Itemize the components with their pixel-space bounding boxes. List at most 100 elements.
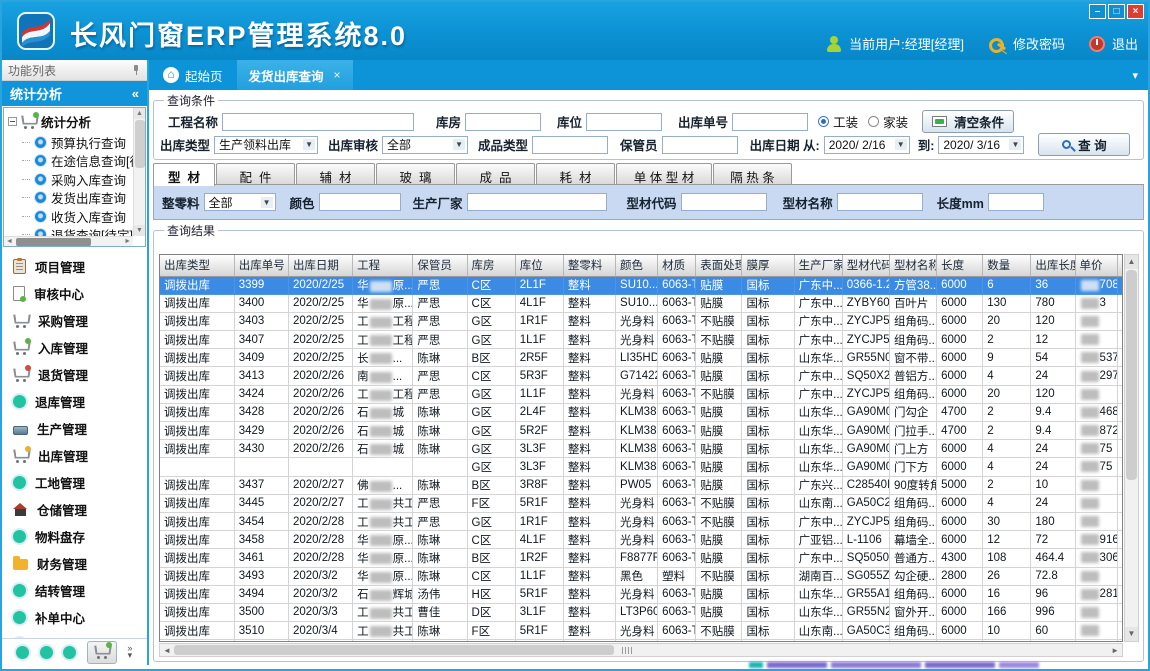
table-row-3[interactable]: 调拨出库34072020/2/25工工程严思G区1L1F整料光身料6063-T5… (160, 331, 1123, 349)
table-row-7[interactable]: 调拨出库34282020/2/26石城陈琳G区2L4F整料KLM38176063… (160, 403, 1123, 421)
toolbar-dot-icon[interactable] (63, 646, 76, 659)
sidebar-module-0[interactable]: 项目管理 (2, 253, 147, 280)
col-header-16[interactable]: 数量 (983, 255, 1031, 276)
audit-select[interactable]: 全部 ▼ (382, 136, 468, 154)
logout-button[interactable]: 退出 (1112, 34, 1138, 53)
col-header-8[interactable]: 颜色 (616, 255, 658, 276)
sidebar-module-3[interactable]: 入库管理 (2, 334, 147, 361)
table-vertical-scrollbar[interactable]: ▲ ▼ (1124, 254, 1139, 642)
tab-shipping-out-query[interactable]: 发货出库查询 × (237, 60, 353, 90)
sidebar-module-7[interactable]: 出库管理 (2, 442, 147, 469)
col-header-10[interactable]: 表面处理 (696, 255, 742, 276)
table-row-4[interactable]: 调拨出库34092020/2/25长...陈琳B区2R5F整料LI35HD606… (160, 349, 1123, 367)
clear-conditions-button[interactable]: 清空条件 (922, 110, 1014, 133)
pin-icon[interactable] (131, 65, 141, 75)
material-tab-5[interactable]: 耗 材 (536, 163, 615, 184)
profile-code-input[interactable] (681, 193, 767, 211)
tree-item-3[interactable]: 发货出库查询 (8, 189, 143, 208)
more-buttons[interactable]: » ▾ (127, 645, 132, 659)
table-row-15[interactable]: 调拨出库34612020/2/28华原...陈琳B区1R2F整料F8877FT6… (160, 549, 1123, 567)
section-header[interactable]: 统计分析 « (2, 81, 147, 106)
whole-part-select[interactable]: 全部 ▼ (204, 193, 276, 211)
col-header-5[interactable]: 库房 (467, 255, 515, 276)
sidebar-module-6[interactable]: 生产管理 (2, 415, 147, 442)
location-input[interactable] (586, 113, 662, 131)
scroll-up-icon[interactable]: ▲ (1125, 255, 1138, 269)
col-header-7[interactable]: 整零料 (563, 255, 615, 276)
col-header-1[interactable]: 出库单号 (234, 255, 288, 276)
table-row-0[interactable]: 调拨出库33992020/2/25华原...严思C区2L1F整料SU10...6… (160, 276, 1123, 294)
tree-item-4[interactable]: 收货入库查询 (8, 207, 143, 226)
tab-home[interactable]: ⌂ 起始页 (149, 60, 237, 90)
tree-item-2[interactable]: 采购入库查询 (8, 170, 143, 189)
table-row-12[interactable]: 调拨出库34452020/2/27工共工程严思F区5R1F整料光身料6063-T… (160, 494, 1123, 512)
scroll-left-icon[interactable]: ◄ (6, 237, 13, 247)
col-header-3[interactable]: 工程 (353, 255, 413, 276)
material-tab-3[interactable]: 玻 璃 (376, 163, 455, 184)
tree-expander-icon[interactable] (8, 117, 17, 126)
toolbar-dot-icon[interactable] (16, 646, 29, 659)
tab-overflow-icon[interactable]: ▾ (1132, 69, 1138, 82)
keeper-input[interactable] (662, 136, 738, 154)
col-header-9[interactable]: 材质 (658, 255, 696, 276)
manufacturer-input[interactable] (467, 193, 607, 211)
scroll-down-icon[interactable]: ▼ (1125, 627, 1138, 641)
table-row-14[interactable]: 调拨出库34582020/2/28华原...陈琳C区4L1F整料光身料6063-… (160, 531, 1123, 549)
scroll-up-icon[interactable]: ▲ (134, 108, 145, 119)
material-tab-7[interactable]: 隔 热 条 (713, 163, 792, 184)
col-header-17[interactable]: 出库长度 (1031, 255, 1075, 276)
tree-vscroll-thumb[interactable] (135, 120, 145, 168)
sidebar-module-8[interactable]: 工地管理 (2, 469, 147, 496)
sidebar-module-1[interactable]: 审核中心 (2, 280, 147, 307)
table-row-10[interactable]: G区3L3F整料KLM38176063-T5贴膜国标山东华...GA90M09.… (160, 458, 1123, 476)
sidebar-module-4[interactable]: 退货管理 (2, 361, 147, 388)
date-from-picker[interactable]: 2020/ 2/16 ▼ (824, 136, 910, 154)
date-to-picker[interactable]: 2020/ 3/16 ▼ (938, 136, 1024, 154)
sidebar-module-5[interactable]: 退库管理 (2, 388, 147, 415)
table-row-8[interactable]: 调拨出库34292020/2/26石城陈琳G区5R2F整料KLM38176063… (160, 422, 1123, 440)
table-horizontal-scrollbar[interactable]: ◄ ► (159, 643, 1123, 657)
tree-horizontal-scrollbar[interactable]: ◄ ► (4, 236, 133, 246)
col-header-14[interactable]: 型材名称 (889, 255, 936, 276)
table-row-13[interactable]: 调拨出库34542020/2/28工共工程严思G区1R1F整料光身料6063-T… (160, 512, 1123, 530)
project-name-input[interactable] (222, 113, 414, 131)
col-header-2[interactable]: 出库日期 (288, 255, 352, 276)
search-button[interactable]: 查 询 (1038, 133, 1130, 156)
out-type-select[interactable]: 生产领料出库 ▼ (214, 136, 318, 154)
material-tab-0[interactable]: 型 材 (153, 163, 215, 186)
length-input[interactable] (988, 193, 1044, 211)
order-no-input[interactable] (732, 113, 808, 131)
tree-hscroll-thumb[interactable] (16, 238, 91, 246)
col-header-11[interactable]: 膜厚 (742, 255, 794, 276)
scroll-right-icon[interactable]: ► (1111, 644, 1119, 657)
scroll-left-icon[interactable]: ◄ (163, 644, 171, 657)
sidebar-module-10[interactable]: 物料盘存 (2, 523, 147, 550)
sidebar-module-14[interactable]: 报废管理 (2, 631, 147, 638)
table-row-18[interactable]: 调拨出库35002020/3/3工共工程曹佳D区3L1F整料LT3P606063… (160, 603, 1123, 621)
table-row-1[interactable]: 调拨出库34002020/2/25华原...严思C区4L1F整料SU10...6… (160, 294, 1123, 312)
material-tab-4[interactable]: 成 品 (456, 163, 535, 184)
product-type-input[interactable] (532, 136, 608, 154)
col-header-19[interactable]: 金额 (1117, 255, 1123, 276)
tab-close-icon[interactable]: × (334, 68, 341, 82)
sidebar-module-2[interactable]: 采购管理 (2, 307, 147, 334)
table-row-19[interactable]: 调拨出库35102020/3/4工共工程陈琳F区5R1F整料光身料6063-T5… (160, 622, 1123, 640)
col-header-4[interactable]: 保管员 (413, 255, 467, 276)
material-tab-6[interactable]: 单 体 型 材 (616, 163, 712, 184)
table-row-5[interactable]: 调拨出库34132020/2/26南...严思C区5R3F整料G71422606… (160, 367, 1123, 385)
table-row-11[interactable]: 调拨出库34372020/2/27佛...陈琳B区3R8F整料PW056063-… (160, 476, 1123, 494)
scroll-right-icon[interactable]: ► (124, 237, 131, 247)
table-row-9[interactable]: 调拨出库34302020/2/26石城陈琳G区3L3F整料KLM38176063… (160, 440, 1123, 458)
tree-item-0[interactable]: 预算执行查询 (8, 133, 143, 152)
collapse-icon[interactable]: « (132, 86, 139, 101)
toolbar-cart-button[interactable] (87, 641, 117, 664)
warehouse-input[interactable] (465, 113, 541, 131)
material-tab-1[interactable]: 配 件 (216, 163, 295, 184)
col-header-15[interactable]: 长度 (937, 255, 983, 276)
tree-vertical-scrollbar[interactable]: ▲ ▼ (133, 108, 145, 236)
col-header-18[interactable]: 单价 (1075, 255, 1117, 276)
col-header-6[interactable]: 库位 (515, 255, 563, 276)
table-row-16[interactable]: 调拨出库34932020/3/2华原...陈琳C区1L1F整料黑色塑料不贴膜国标… (160, 567, 1123, 585)
minimize-button[interactable]: – (1089, 4, 1106, 19)
toolbar-dot-icon[interactable] (40, 646, 53, 659)
